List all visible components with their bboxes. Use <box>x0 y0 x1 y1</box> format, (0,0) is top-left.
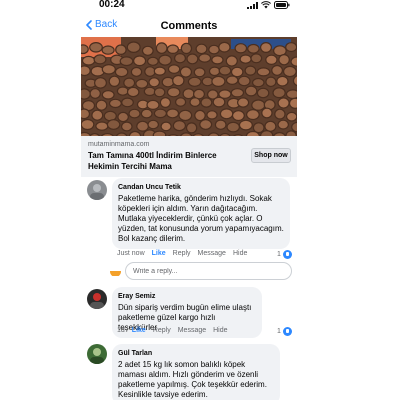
comment-time: Just now <box>117 250 145 257</box>
link-preview-card[interactable]: mutaminmama.com Tam Tamına 400tl İndirim… <box>81 136 297 177</box>
status-time: 00:24 <box>99 0 125 10</box>
navigation-bar: Back Comments <box>80 12 298 36</box>
page-title: Comments <box>160 20 218 32</box>
hide-button[interactable]: Hide <box>213 327 227 334</box>
comment-text: Paketleme harika, gönderim hızlıydı. Sok… <box>118 194 284 243</box>
link-domain: mutaminmama.com <box>88 141 150 148</box>
reply-button[interactable]: Reply <box>173 250 191 257</box>
comment-text: 2 adet 15 kg lık somon balıklı köpek mam… <box>118 360 267 399</box>
message-button[interactable]: Message <box>198 250 226 257</box>
wifi-icon <box>261 1 271 9</box>
comment-time: 1d <box>117 327 125 334</box>
reaction-count[interactable]: 1 <box>277 250 292 259</box>
like-button[interactable]: Like <box>132 327 146 334</box>
like-reaction-icon <box>282 250 292 259</box>
comment-author[interactable]: Candan Uncu Tetik <box>118 183 284 192</box>
comment-actions: 1d Like Reply Message Hide <box>117 327 235 334</box>
avatar[interactable] <box>87 180 107 200</box>
comment-bubble: Gül Tarlan 2 adet 15 kg lık somon balıkl… <box>112 344 280 400</box>
comment-author[interactable]: Eray Semiz <box>118 292 256 301</box>
shop-now-button[interactable]: Shop now <box>251 148 291 163</box>
battery-icon <box>274 1 290 9</box>
page-avatar <box>110 266 121 277</box>
message-button[interactable]: Message <box>178 327 206 334</box>
reply-button[interactable]: Reply <box>153 327 171 334</box>
reply-input[interactable] <box>125 262 292 280</box>
hide-button[interactable]: Hide <box>233 250 247 257</box>
status-icons <box>247 1 290 9</box>
reaction-number: 1 <box>277 251 281 258</box>
status-bar: 00:24 <box>80 0 298 12</box>
avatar[interactable] <box>87 289 107 309</box>
link-title: Tam Tamına 400tl İndirim Binlerce Hekimi… <box>88 151 217 171</box>
comment-author[interactable]: Gül Tarlan <box>118 349 274 358</box>
reply-row <box>110 262 292 280</box>
comment-bubble: Candan Uncu Tetik Paketleme harika, gönd… <box>112 178 290 249</box>
signal-icon <box>247 2 258 9</box>
reaction-number: 1 <box>277 328 281 335</box>
product-image[interactable] <box>81 37 297 136</box>
comments-screen: 00:24 Back Comments mutaminmama.com Tam … <box>80 0 298 400</box>
like-reaction-icon <box>282 327 292 336</box>
reaction-count[interactable]: 1 <box>277 327 292 336</box>
comment-actions: Just now Like Reply Message Hide <box>117 250 254 257</box>
like-button[interactable]: Like <box>152 250 166 257</box>
avatar[interactable] <box>87 344 107 364</box>
